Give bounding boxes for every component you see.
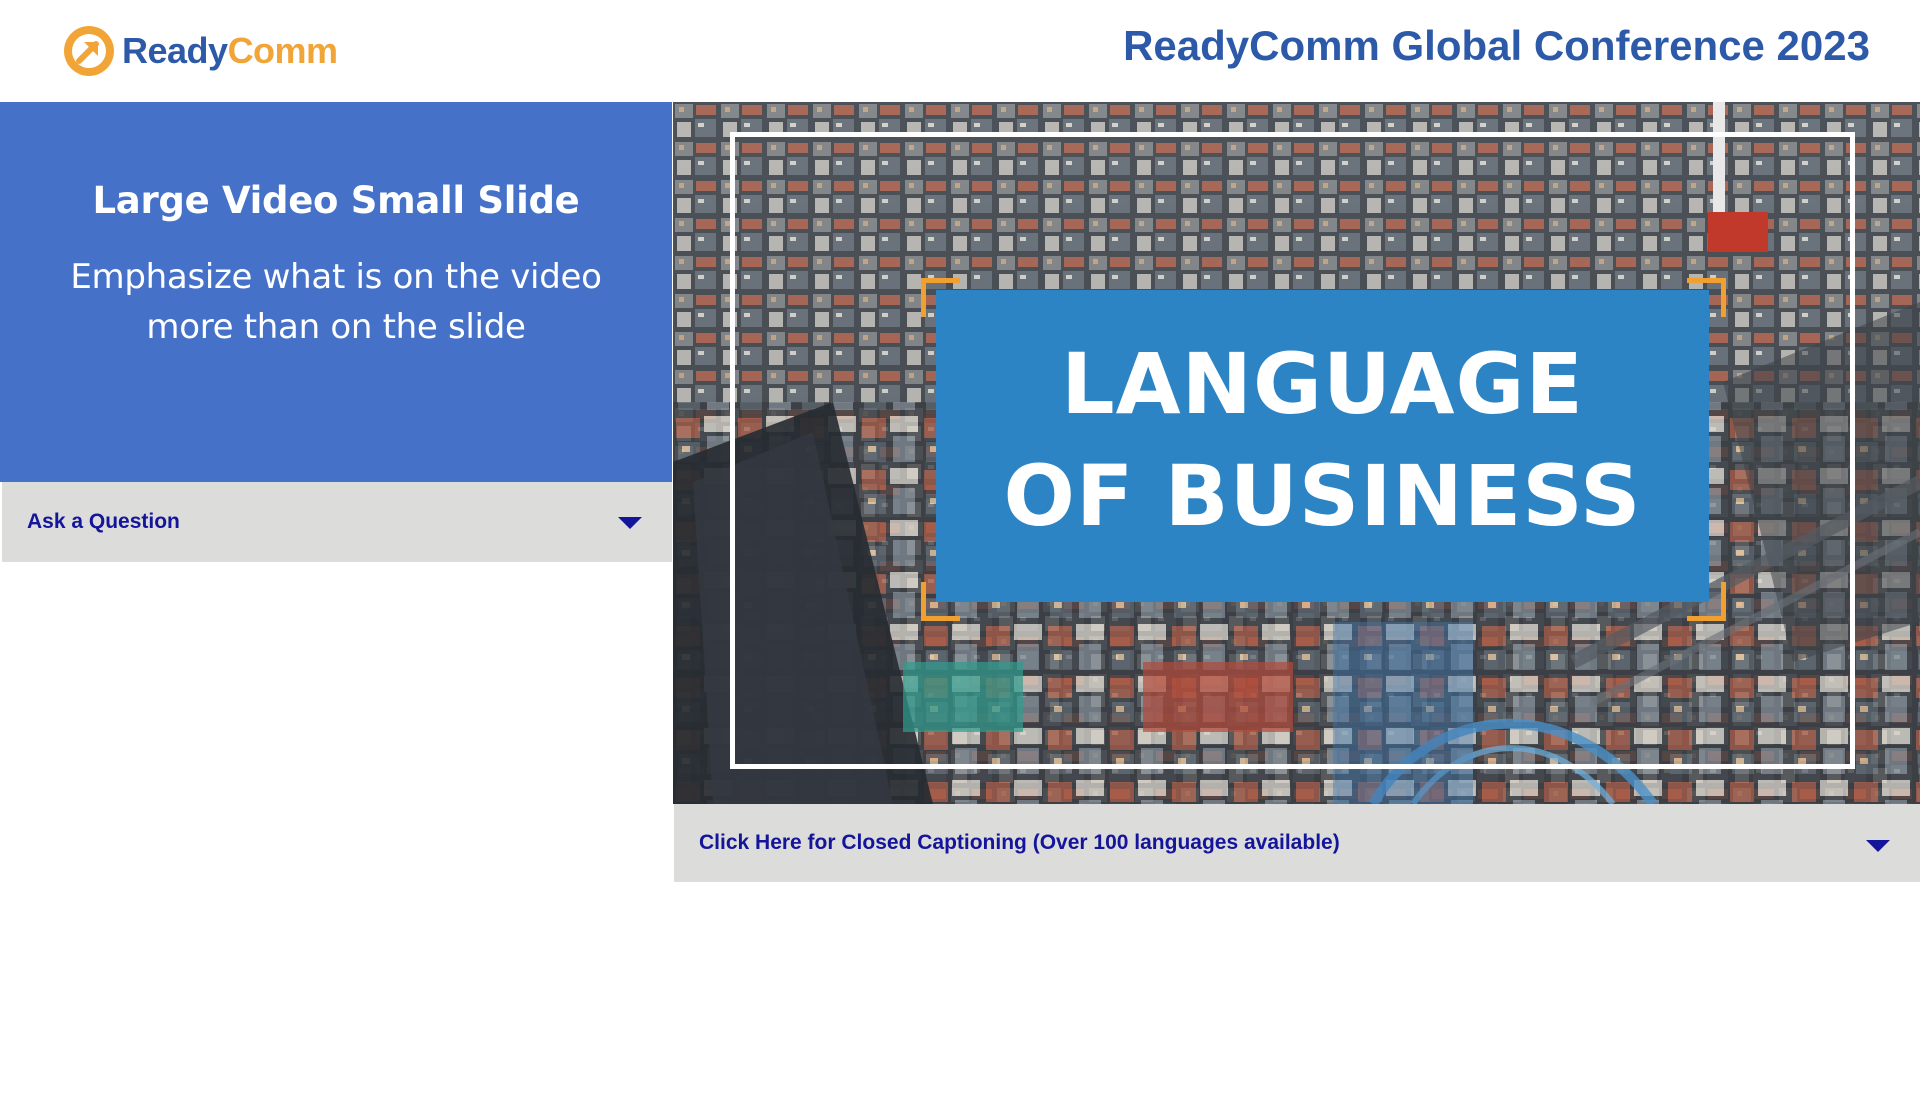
- caret-down-icon: [618, 517, 642, 529]
- closed-captioning-accordion[interactable]: Click Here for Closed Captioning (Over 1…: [674, 804, 1920, 882]
- logo-text-ready: Ready: [122, 30, 228, 71]
- conference-title: ReadyComm Global Conference 2023: [1123, 22, 1870, 69]
- video-title-box: LANGUAGE OF BUSINESS: [936, 290, 1709, 602]
- caret-down-icon: [1866, 840, 1890, 852]
- video-player[interactable]: LANGUAGE OF BUSINESS: [673, 102, 1920, 804]
- header: ReadyComm ReadyComm Global Conference 20…: [0, 0, 1920, 102]
- slide-title: Large Video Small Slide: [92, 179, 580, 222]
- video-title-line-2: OF BUSINESS: [1003, 447, 1642, 545]
- logo-text-comm: Comm: [227, 30, 339, 71]
- closed-captioning-label: Click Here for Closed Captioning (Over 1…: [699, 831, 1340, 854]
- ask-question-accordion[interactable]: Ask a Question: [2, 482, 672, 562]
- slide-subtitle: Emphasize what is on the video more than…: [70, 257, 602, 347]
- ask-question-label: Ask a Question: [27, 510, 180, 533]
- video-title-line-1: LANGUAGE: [1061, 335, 1584, 433]
- readycomm-logo[interactable]: ReadyComm: [62, 24, 338, 78]
- arrow-circle-icon: [64, 26, 114, 76]
- slide-panel: Large Video Small Slide Emphasize what i…: [0, 102, 672, 482]
- logo-wordmark: ReadyComm: [122, 24, 338, 78]
